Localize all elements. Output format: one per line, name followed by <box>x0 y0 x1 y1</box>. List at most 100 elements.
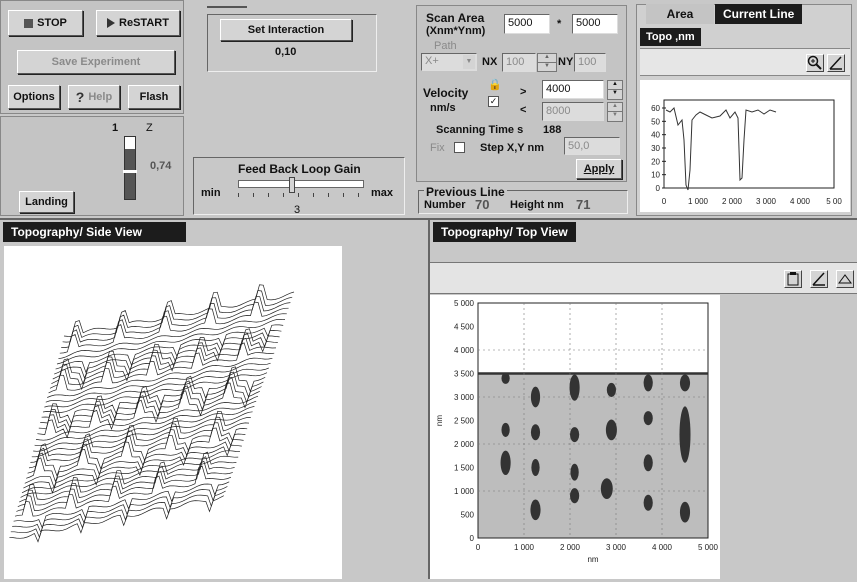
top-view-xtick: 2 000 <box>560 543 581 552</box>
top-view-grain <box>643 374 653 392</box>
previous-line-number: 70 <box>475 197 490 212</box>
top-view-xtick: 1 000 <box>514 543 535 552</box>
fix-checkbox[interactable] <box>454 142 465 153</box>
top-view-grain <box>643 494 653 511</box>
side-view-canvas <box>4 246 342 579</box>
top-view-grain <box>679 501 691 523</box>
tab-area[interactable]: Area <box>646 4 714 24</box>
feedback-max: max <box>371 187 394 199</box>
line-profile <box>665 107 777 191</box>
step-input[interactable]: 50,0 <box>564 137 620 155</box>
top-view-ytick: 4 000 <box>454 346 475 355</box>
options-button[interactable]: Options <box>8 85 60 109</box>
ny-input[interactable]: 100 <box>574 53 606 72</box>
line-plot-ytick: 20 <box>651 157 660 166</box>
velocity-back-stepper[interactable]: ▲ ▼ <box>607 102 623 122</box>
scanning-time-value: 188 <box>543 124 562 136</box>
step-label: Step X,Y nm <box>480 142 544 154</box>
previous-line-number-label: Number <box>424 199 466 211</box>
restart-button[interactable]: ReSTART <box>96 10 180 36</box>
top-view-title: Topography/ Top View <box>433 222 576 242</box>
top-view-grain <box>600 478 613 499</box>
velocity-forward-stepper[interactable]: ▲ ▼ <box>607 80 623 100</box>
line-plot-xtick: 0 <box>662 197 667 206</box>
top-view-xlabel: nm <box>587 555 598 564</box>
top-view-grain <box>500 450 511 476</box>
top-view-grain <box>643 411 653 426</box>
feedback-min: min <box>201 187 221 199</box>
scanning-time-label: Scanning Time s <box>436 124 524 136</box>
nx-input[interactable]: 100 <box>502 53 536 72</box>
landing-button[interactable]: Landing <box>19 191 74 213</box>
tab-topo[interactable]: Topo ,nm <box>640 28 701 46</box>
line-plot-area: 60 50 40 30 20 10 0 0 1 000 2 000 3 000 4 000 5 00 <box>640 80 850 212</box>
side-view-title: Topography/ Side View <box>3 222 186 242</box>
chevron-down-icon: ▼ <box>463 55 475 69</box>
line-tool-icon[interactable] <box>827 54 845 72</box>
top-view-grain <box>530 386 541 408</box>
side-view-profile-line <box>31 411 253 458</box>
side-view-surface <box>9 284 295 543</box>
side-view-profile-line <box>9 495 224 543</box>
stop-button[interactable]: STOP <box>8 10 83 36</box>
path-label: Path <box>434 40 457 52</box>
scan-area-y-input[interactable]: 5000 <box>572 14 618 34</box>
nx-stepper[interactable]: ▲ ▼ <box>537 53 557 72</box>
feedback-value: 3 <box>294 204 301 216</box>
top-view-ytick: 0 <box>470 534 475 543</box>
interaction-value: 0,10 <box>275 46 297 58</box>
flash-button[interactable]: Flash <box>128 85 180 109</box>
interaction-divider <box>207 6 247 8</box>
side-view-profile-line <box>12 486 228 534</box>
velocity-forward-input[interactable]: 4000 <box>542 80 604 99</box>
velocity-gt: > <box>520 86 527 98</box>
velocity-checkbox[interactable]: ✓ <box>488 96 499 107</box>
angle-icon[interactable] <box>810 270 828 288</box>
top-view-grain <box>501 422 510 437</box>
z-gauge-left-label: 1 <box>112 122 119 134</box>
clipboard-icon[interactable] <box>784 270 802 288</box>
previous-line-title: Previous Line <box>424 185 507 199</box>
side-view-profile-line <box>58 313 287 360</box>
top-view-ytick: 2 000 <box>454 440 475 449</box>
top-view-grain <box>679 406 691 463</box>
top-view-ytick: 5 000 <box>454 299 475 308</box>
feedback-title: Feed Back Loop Gain <box>238 162 361 176</box>
previous-line-height-label: Height nm <box>510 199 564 211</box>
top-view-ytick: 3 000 <box>454 393 475 402</box>
top-view-xtick: 0 <box>476 543 481 552</box>
feedback-slider-thumb[interactable] <box>289 177 295 193</box>
top-view-grain <box>606 382 616 397</box>
scan-area-x-input[interactable]: 5000 <box>504 14 550 34</box>
line-plot-xtick: 1 000 <box>688 197 709 206</box>
top-view-ytick: 500 <box>461 511 475 520</box>
tilt-icon[interactable] <box>836 270 854 288</box>
top-view-grain <box>570 488 580 504</box>
apply-button[interactable]: Apply <box>576 159 622 179</box>
velocity-back-input[interactable]: 8000 <box>542 102 604 121</box>
top-view-grain <box>501 372 510 384</box>
line-plot-xtick: 3 000 <box>756 197 777 206</box>
top-view-grain <box>643 454 653 472</box>
zoom-in-icon[interactable] <box>806 54 824 72</box>
line-plot-xtick: 2 000 <box>722 197 743 206</box>
z-gauge-right-label: Z <box>146 122 153 134</box>
help-button[interactable]: ? Help <box>68 85 120 109</box>
side-view-profile-line <box>28 416 250 469</box>
tab-current-line[interactable]: Current Line <box>715 4 803 24</box>
top-view-ytick: 1 000 <box>454 487 475 496</box>
feedback-slider[interactable] <box>238 177 364 197</box>
stop-icon <box>24 18 34 28</box>
top-view-grain <box>530 424 541 441</box>
line-plot-ytick: 10 <box>651 171 660 180</box>
previous-line-height: 71 <box>576 197 591 212</box>
top-view-ylabel: nm <box>435 415 444 426</box>
set-interaction-button[interactable]: Set Interaction <box>220 19 352 41</box>
save-experiment-button[interactable]: Save Experiment <box>17 50 175 74</box>
line-plot-xtick: 5 00 <box>826 197 842 206</box>
line-plot-ytick: 40 <box>651 131 660 140</box>
top-view-grain <box>570 463 579 481</box>
z-gauge-bar[interactable] <box>123 136 137 200</box>
top-view-ytick: 2 500 <box>454 417 475 426</box>
path-select[interactable]: X+ ▼ <box>421 53 477 71</box>
